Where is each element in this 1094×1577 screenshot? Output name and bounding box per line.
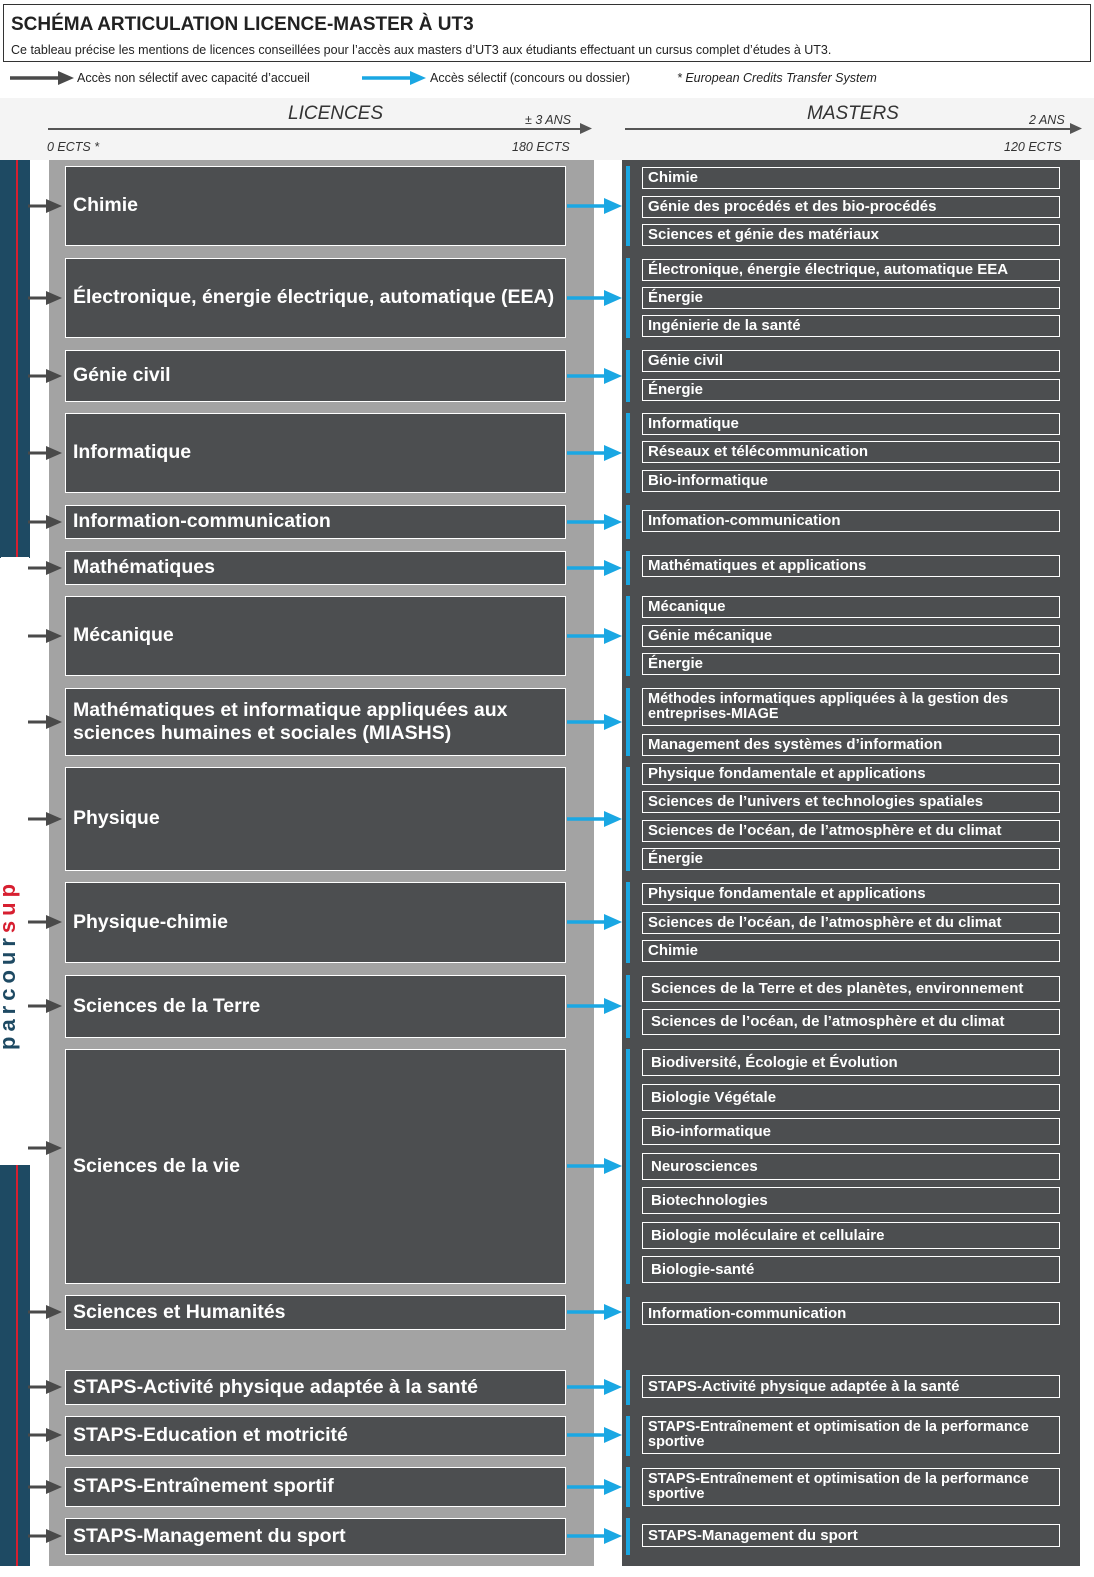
selective-arrow [567, 1427, 622, 1443]
entry-arrow [28, 999, 62, 1013]
selective-arrow [567, 560, 622, 576]
selective-arrow [567, 1479, 622, 1495]
selective-arrow [567, 368, 622, 384]
entry-arrow [28, 715, 62, 729]
legend-blue-arrow [362, 71, 426, 85]
entry-arrow [28, 629, 62, 643]
selective-arrow [567, 1379, 622, 1395]
selective-arrow [567, 811, 622, 827]
entry-arrow [28, 291, 62, 305]
masters-timeline-head [1070, 123, 1082, 134]
selective-arrow [567, 1528, 622, 1544]
entry-arrow [28, 369, 62, 383]
entry-arrow [28, 812, 62, 826]
selective-arrow [567, 998, 622, 1014]
entry-arrow [28, 1529, 62, 1543]
entry-arrow [28, 515, 62, 529]
selective-arrow [567, 714, 622, 730]
entry-arrow [28, 199, 62, 213]
selective-arrow [567, 445, 622, 461]
selective-arrow [567, 1158, 622, 1174]
entry-arrow [28, 915, 62, 929]
entry-arrow [28, 1380, 62, 1394]
selective-arrow [567, 628, 622, 644]
legend-gray-arrow [10, 71, 74, 85]
selective-arrow [567, 198, 622, 214]
selective-arrow [567, 514, 622, 530]
entry-arrow [28, 561, 62, 575]
entry-arrow [28, 1305, 62, 1319]
selective-arrow [567, 290, 622, 306]
arrows-overlay [10, 71, 1082, 1544]
entry-arrow [28, 1480, 62, 1494]
selective-arrow [567, 1304, 622, 1320]
entry-arrow [28, 1141, 62, 1155]
entry-arrow [28, 446, 62, 460]
entry-arrow [28, 1428, 62, 1442]
licences-timeline-head [580, 123, 592, 134]
selective-arrow [567, 914, 622, 930]
